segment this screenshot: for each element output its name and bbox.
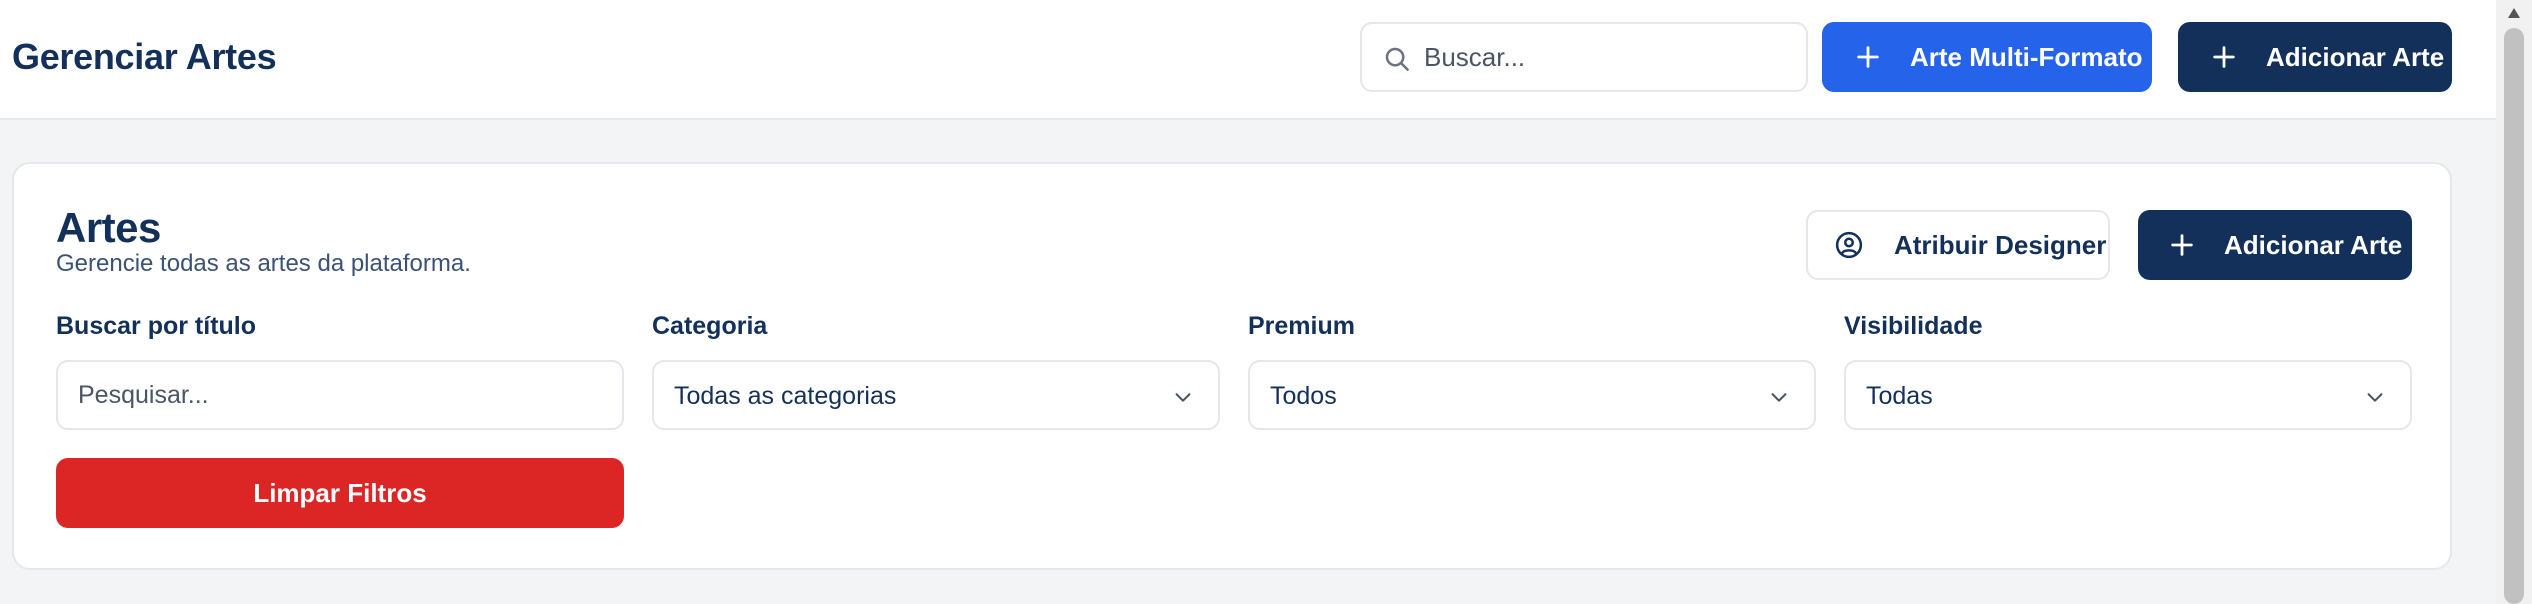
top-bar: Gerenciar Artes Arte Multi-Formato Adici… (0, 0, 2496, 120)
add-art-label: Adicionar Arte (2266, 41, 2445, 72)
multi-format-art-label: Arte Multi-Formato (1910, 41, 2143, 72)
plus-icon (2171, 234, 2193, 256)
visibility-label: Visibilidade (1844, 312, 1983, 340)
page-scrollbar[interactable] (2496, 0, 2532, 604)
premium-label: Premium (1248, 312, 1355, 340)
title-search-label: Buscar por título (56, 312, 257, 340)
multi-format-art-button[interactable]: Arte Multi-Formato (1822, 22, 2152, 92)
add-art-panel-label: Adicionar Arte (2224, 229, 2403, 260)
arts-panel: Artes Gerencie todas as artes da platafo… (12, 162, 2452, 570)
panel-subtitle: Gerencie todas as artes da plataforma. (56, 250, 471, 277)
chevron-down-icon (1175, 393, 1191, 402)
page-title: Gerenciar Artes (12, 36, 277, 77)
visibility-select[interactable]: Todas (1844, 360, 2412, 430)
premium-selected-value: Todos (1270, 382, 1337, 410)
plus-icon (2213, 46, 2235, 68)
chevron-down-icon (2367, 393, 2383, 402)
scrollbar-thumb[interactable] (2504, 28, 2524, 604)
title-search-field[interactable] (56, 360, 624, 430)
panel-title: Artes (56, 204, 161, 251)
plus-icon (1857, 46, 1879, 68)
assign-designer-button[interactable]: Atribuir Designer (1806, 210, 2110, 280)
search-icon (1385, 47, 1409, 71)
assign-designer-label: Atribuir Designer (1894, 229, 2107, 260)
category-label: Categoria (652, 312, 768, 340)
clear-filters-button[interactable]: Limpar Filtros (56, 458, 624, 528)
visibility-selected-value: Todas (1866, 382, 1933, 410)
add-art-panel-button[interactable]: Adicionar Arte (2138, 210, 2412, 280)
chevron-down-icon (1771, 393, 1787, 402)
user-circle-icon (1835, 231, 1863, 259)
global-search[interactable] (1360, 22, 1808, 92)
category-select[interactable]: Todas as categorias (652, 360, 1220, 430)
category-selected-value: Todas as categorias (674, 382, 897, 410)
scroll-up-arrow-icon[interactable] (2506, 6, 2522, 20)
premium-select[interactable]: Todos (1248, 360, 1816, 430)
global-search-input[interactable] (1424, 24, 1794, 90)
clear-filters-label: Limpar Filtros (253, 477, 427, 508)
title-search-input[interactable] (78, 362, 598, 428)
add-art-button[interactable]: Adicionar Arte (2178, 22, 2452, 92)
